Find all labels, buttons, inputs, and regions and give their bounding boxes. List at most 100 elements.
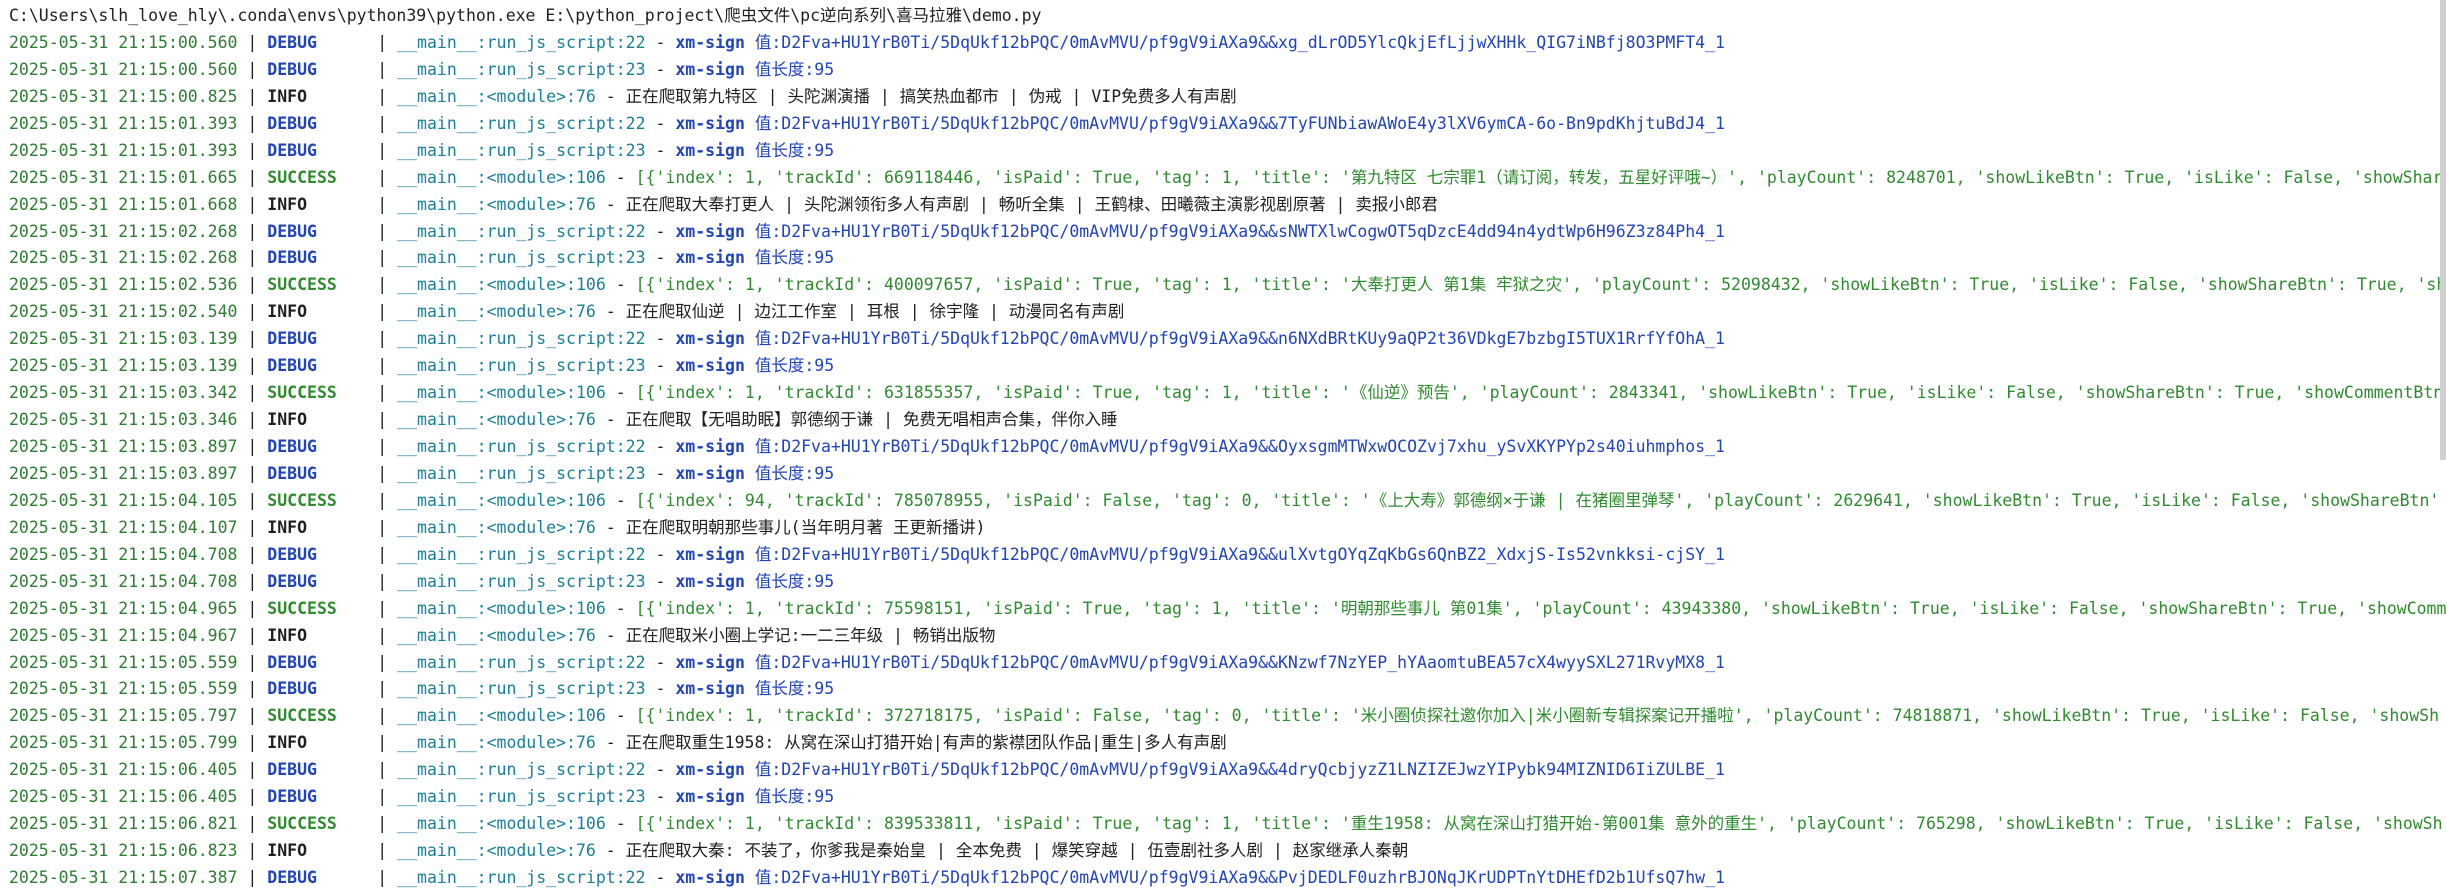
log-location: __main__:run_js_script:23 — [397, 356, 646, 376]
log-level: INFO — [267, 194, 308, 214]
log-location: __main__:<module>:76 — [397, 410, 596, 430]
log-level: DEBUG — [267, 544, 317, 564]
log-line: 2025-05-31 21:15:03.139 | DEBUG | __main_… — [9, 353, 2446, 380]
log-message: 值:D2Fva+HU1YrB0Ti/5DqUkf12bPQC/0mAvMVU/p… — [744, 544, 1725, 564]
log-timestamp: 2025-05-31 21:15:06.823 — [9, 841, 238, 861]
log-level: INFO — [267, 517, 308, 537]
log-line: 2025-05-31 21:15:05.799 | INFO | __main__… — [9, 730, 2446, 757]
log-timestamp: 2025-05-31 21:15:03.346 — [9, 410, 238, 430]
log-level: INFO — [267, 841, 308, 861]
log-timestamp: 2025-05-31 21:15:03.342 — [9, 383, 238, 403]
vertical-scrollbar[interactable] — [2440, 0, 2446, 460]
log-line: 2025-05-31 21:15:05.797 | SUCCESS | __mai… — [9, 703, 2446, 730]
log-location: __main__:run_js_script:23 — [397, 140, 646, 160]
log-message: 正在爬取重生1958: 从窝在深山打猎开始|有声的紫襟团队作品|重生|多人有声剧 — [625, 733, 1227, 753]
log-line: 2025-05-31 21:15:06.821 | SUCCESS | __mai… — [9, 811, 2446, 838]
scrollbar-thumb[interactable] — [2440, 0, 2446, 460]
log-message: [{'index': 94, 'trackId': 785078955, 'is… — [635, 490, 2440, 510]
log-line: 2025-05-31 21:15:06.823 | INFO | __main__… — [9, 838, 2446, 865]
log-line: 2025-05-31 21:15:00.560 | DEBUG | __main_… — [9, 57, 2446, 84]
log-message: [{'index': 1, 'trackId': 839533811, 'isP… — [635, 814, 2443, 834]
log-line: 2025-05-31 21:15:02.268 | DEBUG | __main_… — [9, 245, 2446, 272]
log-level: SUCCESS — [267, 167, 337, 187]
log-level: DEBUG — [267, 329, 317, 349]
log-message: 值:D2Fva+HU1YrB0Ti/5DqUkf12bPQC/0mAvMVU/p… — [744, 221, 1725, 241]
log-key: xm-sign — [675, 140, 745, 160]
log-location: __main__:<module>:106 — [397, 490, 606, 510]
log-message: 值长度:95 — [744, 356, 835, 376]
console-output[interactable]: C:\Users\slh_love_hly\.conda\envs\python… — [0, 0, 2446, 888]
log-lines: 2025-05-31 21:15:00.560 | DEBUG | __main_… — [9, 30, 2446, 888]
log-level: DEBUG — [267, 652, 317, 672]
log-level: INFO — [267, 302, 308, 322]
log-timestamp: 2025-05-31 21:15:00.560 — [9, 32, 238, 52]
log-timestamp: 2025-05-31 21:15:03.139 — [9, 329, 238, 349]
log-message: 值:D2Fva+HU1YrB0Ti/5DqUkf12bPQC/0mAvMVU/p… — [744, 32, 1725, 52]
log-line: 2025-05-31 21:15:06.405 | DEBUG | __main_… — [9, 784, 2446, 811]
log-location: __main__:<module>:76 — [397, 841, 596, 861]
log-location: __main__:<module>:106 — [397, 167, 606, 187]
log-key: xm-sign — [675, 59, 745, 79]
log-timestamp: 2025-05-31 21:15:04.708 — [9, 544, 238, 564]
log-location: __main__:run_js_script:22 — [397, 652, 646, 672]
log-line: 2025-05-31 21:15:01.665 | SUCCESS | __mai… — [9, 165, 2446, 192]
log-location: __main__:run_js_script:22 — [397, 868, 646, 887]
log-level: DEBUG — [267, 787, 317, 807]
log-line: 2025-05-31 21:15:04.708 | DEBUG | __main_… — [9, 542, 2446, 569]
log-location: __main__:run_js_script:23 — [397, 787, 646, 807]
log-line: 2025-05-31 21:15:03.342 | SUCCESS | __mai… — [9, 380, 2446, 407]
log-message: 值长度:95 — [744, 140, 835, 160]
log-timestamp: 2025-05-31 21:15:02.536 — [9, 275, 238, 295]
log-message: 正在爬取仙逆 | 边江工作室 | 耳根 | 徐宇隆 | 动漫同名有声剧 — [625, 302, 1125, 322]
log-level: SUCCESS — [267, 490, 337, 510]
log-location: __main__:run_js_script:23 — [397, 248, 646, 268]
log-line: 2025-05-31 21:15:04.107 | INFO | __main__… — [9, 515, 2446, 542]
log-location: __main__:<module>:76 — [397, 194, 596, 214]
log-timestamp: 2025-05-31 21:15:01.668 — [9, 194, 238, 214]
log-level: DEBUG — [267, 437, 317, 456]
log-timestamp: 2025-05-31 21:15:05.799 — [9, 733, 238, 753]
log-level: INFO — [267, 410, 308, 430]
log-level: INFO — [267, 625, 308, 645]
log-location: __main__:<module>:106 — [397, 706, 606, 726]
log-key: xm-sign — [675, 652, 745, 672]
log-message: 值:D2Fva+HU1YrB0Ti/5DqUkf12bPQC/0mAvMVU/p… — [744, 113, 1725, 133]
log-key: xm-sign — [675, 437, 745, 456]
log-location: __main__:run_js_script:23 — [397, 679, 646, 699]
log-timestamp: 2025-05-31 21:15:01.393 — [9, 113, 238, 133]
log-level: SUCCESS — [267, 598, 337, 618]
log-line: 2025-05-31 21:15:05.559 | DEBUG | __main_… — [9, 676, 2446, 703]
log-line: 2025-05-31 21:15:05.559 | DEBUG | __main_… — [9, 650, 2446, 677]
log-level: SUCCESS — [267, 275, 337, 295]
log-location: __main__:run_js_script:22 — [397, 544, 646, 564]
log-message: [{'index': 1, 'trackId': 669118446, 'isP… — [635, 167, 2446, 187]
log-line: 2025-05-31 21:15:04.105 | SUCCESS | __mai… — [9, 488, 2446, 515]
log-message: 正在爬取大奉打更人 | 头陀渊领衔多人有声剧 | 畅听全集 | 王鹤棣、田曦薇主… — [625, 194, 1438, 214]
log-key: xm-sign — [675, 221, 745, 241]
log-level: DEBUG — [267, 113, 317, 133]
log-message: 值:D2Fva+HU1YrB0Ti/5DqUkf12bPQC/0mAvMVU/p… — [744, 760, 1725, 780]
log-location: __main__:<module>:76 — [397, 302, 596, 322]
log-key: xm-sign — [675, 329, 745, 349]
log-key: xm-sign — [675, 679, 745, 699]
log-timestamp: 2025-05-31 21:15:07.387 — [9, 868, 238, 887]
log-message: 值:D2Fva+HU1YrB0Ti/5DqUkf12bPQC/0mAvMVU/p… — [744, 329, 1725, 349]
log-line: 2025-05-31 21:15:01.393 | DEBUG | __main_… — [9, 138, 2446, 165]
log-level: DEBUG — [267, 868, 317, 887]
log-line: 2025-05-31 21:15:02.540 | INFO | __main__… — [9, 299, 2446, 326]
log-timestamp: 2025-05-31 21:15:04.967 — [9, 625, 238, 645]
log-location: __main__:run_js_script:22 — [397, 329, 646, 349]
log-line: 2025-05-31 21:15:06.405 | DEBUG | __main_… — [9, 757, 2446, 784]
log-location: __main__:<module>:106 — [397, 275, 606, 295]
log-message: [{'index': 1, 'trackId': 75598151, 'isPa… — [635, 598, 2446, 618]
log-timestamp: 2025-05-31 21:15:05.559 — [9, 652, 238, 672]
log-key: xm-sign — [675, 248, 745, 268]
log-message: 正在爬取明朝那些事儿(当年明月著 王更新播讲) — [625, 517, 986, 537]
log-location: __main__:run_js_script:22 — [397, 437, 646, 456]
log-message: 正在爬取米小圈上学记:一二三年级 | 畅销出版物 — [625, 625, 996, 645]
log-message: 正在爬取大秦: 不装了，你爹我是秦始皇 | 全本免费 | 爆笑穿越 | 伍壹剧社… — [625, 841, 1409, 861]
log-level: DEBUG — [267, 248, 317, 268]
log-timestamp: 2025-05-31 21:15:00.560 — [9, 59, 238, 79]
log-timestamp: 2025-05-31 21:15:00.825 — [9, 86, 238, 106]
log-level: SUCCESS — [267, 814, 337, 834]
